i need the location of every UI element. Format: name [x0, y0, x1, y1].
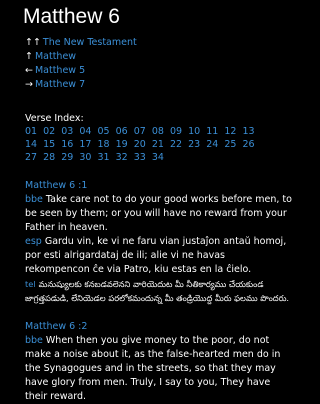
translation-code-link[interactable]: bbe [25, 194, 43, 205]
verse-index-link[interactable]: 29 [61, 152, 73, 163]
verse-translation: bbe When then you give money to the poor,… [25, 334, 292, 404]
translation-code-link[interactable]: tel [25, 279, 36, 289]
verse-translation: esp Gardu vin, ke vi ne faru vian justaĵo… [25, 235, 292, 277]
verse-index-link[interactable]: 32 [116, 152, 128, 163]
verse-text: మనుష్యులకు కనబడవలెనని వారియెదుట మీ నీతిక… [25, 279, 290, 303]
verse-list: Matthew 6 :1 bbe Take care not to do your … [25, 179, 292, 404]
verse-index-link[interactable]: 05 [98, 126, 110, 137]
nav-link-label: Matthew 7 [34, 79, 86, 90]
nav-link-label: Matthew 5 [34, 65, 86, 76]
nav-link-label: Matthew [34, 51, 77, 62]
page-title: Matthew 6 [23, 5, 120, 28]
left-arrow-icon: ← [25, 65, 33, 76]
verse-index-link[interactable]: 31 [98, 152, 110, 163]
verse-text: Take care not to do your good works befo… [25, 194, 292, 233]
verse-index: 01 02 03 04 05 06 07 08 09 10 11 12 13 1… [25, 125, 265, 164]
verse-index-link[interactable]: 04 [79, 126, 91, 137]
up-arrow-icon: ↑ [25, 51, 33, 62]
right-arrow-icon: → [25, 79, 33, 90]
verse-index-link[interactable]: 07 [134, 126, 146, 137]
nav-link-book[interactable]: ↑ Matthew [25, 50, 292, 64]
verse-reference: Matthew 6 :1 [25, 180, 88, 191]
nav-link-new-testament[interactable]: ↑↑ The New Testament [25, 36, 292, 50]
verse-index-link[interactable]: 13 [243, 126, 255, 137]
verse-index-link[interactable]: 09 [170, 126, 182, 137]
verse-index-link[interactable]: 20 [134, 139, 146, 150]
verse-index-link[interactable]: 12 [224, 126, 236, 137]
chapter-page: Matthew 6 ↑↑ The New Testament ↑ Matthew ←… [0, 0, 300, 404]
verse-index-link[interactable]: 06 [116, 126, 128, 137]
verse-index-link[interactable]: 08 [152, 126, 164, 137]
verse-translation: bbe Take care not to do your good works b… [25, 193, 292, 235]
verse-index-link[interactable]: 16 [61, 139, 73, 150]
verse-index-link[interactable]: 26 [243, 139, 255, 150]
verse-translation: tel మనుష్యులకు కనబడవలెనని వారియెదుట మీ నీ… [25, 277, 292, 305]
nav-link-next-chapter[interactable]: → Matthew 7 [25, 78, 292, 92]
verse-index-link[interactable]: 02 [43, 126, 55, 137]
verse-index-link[interactable]: 34 [152, 152, 164, 163]
nav-link-previous-chapter[interactable]: ← Matthew 5 [25, 64, 292, 78]
nav-link-label: The New Testament [42, 37, 137, 48]
verse-index-link[interactable]: 27 [25, 152, 37, 163]
verse-index-link[interactable]: 28 [43, 152, 55, 163]
verse-text: When then you give money to the poor, do… [25, 335, 281, 402]
verse-index-link[interactable]: 24 [206, 139, 218, 150]
verse-index-link[interactable]: 33 [134, 152, 146, 163]
verse-index-link[interactable]: 21 [152, 139, 164, 150]
verse-index-link[interactable]: 17 [79, 139, 91, 150]
verse-index-link[interactable]: 18 [98, 139, 110, 150]
verse-index-link[interactable]: 15 [43, 139, 55, 150]
verse-index-link[interactable]: 14 [25, 139, 37, 150]
verse-index-title: Verse Index: [25, 113, 84, 124]
verse-index-link[interactable]: 19 [116, 139, 128, 150]
verse-index-link[interactable]: 25 [224, 139, 236, 150]
verse-reference: Matthew 6 :2 [25, 321, 88, 332]
verse-index-link[interactable]: 03 [61, 126, 73, 137]
verse-index-link[interactable]: 30 [79, 152, 91, 163]
verse-index-link[interactable]: 23 [188, 139, 200, 150]
verse-index-link[interactable]: 22 [170, 139, 182, 150]
verse-index-link[interactable]: 01 [25, 126, 37, 137]
translation-code-link[interactable]: bbe [25, 335, 43, 346]
translation-code-link[interactable]: esp [25, 236, 42, 247]
chapter-nav: ↑↑ The New Testament ↑ Matthew ← Matthew 5 … [25, 36, 292, 92]
verse-index-link[interactable]: 10 [188, 126, 200, 137]
double-up-arrow-icon: ↑↑ [25, 37, 41, 48]
verse-text: Gardu vin, ke vi ne faru vian justaĵon a… [25, 236, 287, 275]
verse-index-link[interactable]: 11 [206, 126, 218, 137]
